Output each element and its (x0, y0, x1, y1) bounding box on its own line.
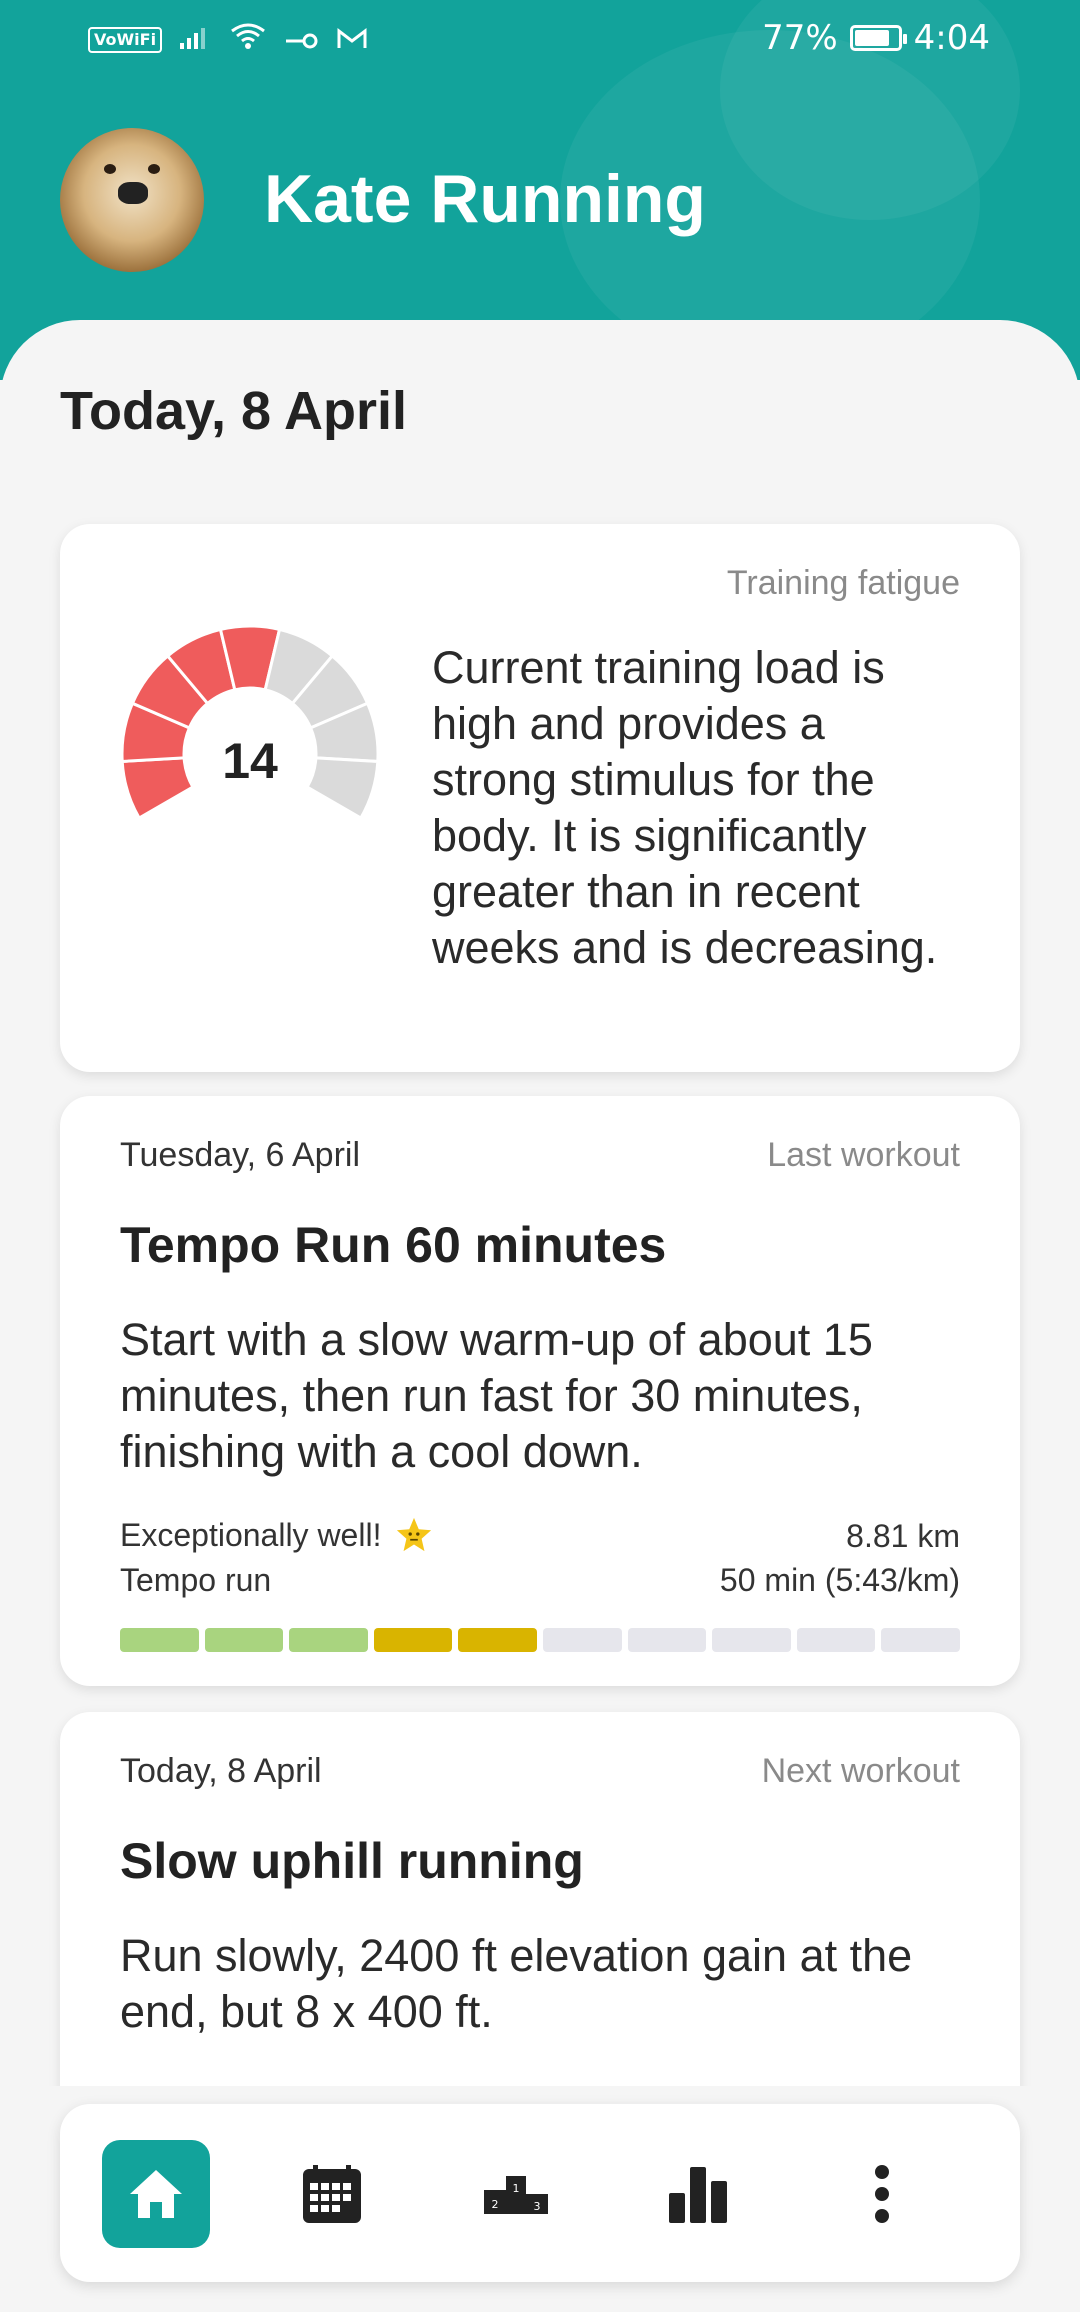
svg-text:2: 2 (492, 2198, 499, 2211)
intensity-segment (204, 1628, 284, 1652)
mail-icon (336, 20, 368, 60)
intensity-segment (712, 1628, 791, 1652)
nav-more[interactable] (828, 2140, 936, 2248)
podium-icon: 2 1 3 (484, 2176, 548, 2214)
page-title: Today, 8 April (60, 381, 408, 441)
card-hint: Training fatigue (726, 564, 960, 602)
workout-description: Start with a slow warm-up of about 15 mi… (120, 1314, 873, 1477)
workout-date: Today, 8 April (120, 1752, 322, 1790)
avatar[interactable] (60, 128, 204, 272)
intensity-segment (796, 1628, 876, 1652)
fatigue-description: Current training load is high and provid… (432, 642, 938, 973)
next-workout-card[interactable]: Today, 8 April Next workout Slow uphill … (60, 1712, 1020, 2112)
svg-text:3: 3 (534, 2200, 541, 2213)
training-fatigue-card[interactable]: Training fatigue 14 Current training loa… (60, 524, 1020, 1072)
nav-ranking[interactable]: 2 1 3 (462, 2140, 570, 2248)
workout-type: Tempo run (120, 1562, 272, 1598)
intensity-segment (289, 1628, 368, 1652)
wifi-icon (228, 20, 268, 60)
workout-title: Tempo Run 60 minutes (120, 1217, 667, 1273)
intensity-segment (458, 1628, 537, 1652)
user-name: Kate Running (264, 161, 706, 237)
bar-chart-icon (669, 2167, 727, 2223)
battery-percent: 77% (762, 18, 838, 58)
nav-home[interactable] (102, 2140, 210, 2248)
workout-date: Tuesday, 6 April (120, 1136, 361, 1174)
intensity-segment (120, 1628, 199, 1652)
bottom-nav: 2 1 3 (60, 2104, 1020, 2282)
intensity-segment (542, 1628, 622, 1652)
star-icon (397, 1517, 432, 1552)
workout-distance: 8.81 km (846, 1518, 960, 1554)
battery-icon (849, 25, 907, 51)
fatigue-value: 14 (222, 733, 278, 789)
rating-row: Exceptionally well! (120, 1516, 433, 1554)
intensity-segment (373, 1628, 453, 1652)
workout-title: Slow uphill running (120, 1833, 584, 1889)
nav-calendar[interactable] (278, 2140, 386, 2248)
card-hint: Last workout (767, 1136, 960, 1174)
intensity-bar (120, 1628, 960, 1652)
intensity-segment (627, 1628, 707, 1652)
workout-duration: 50 min (5:43/km) (719, 1562, 960, 1598)
rating-text: Exceptionally well! (120, 1516, 382, 1553)
workout-description: Run slowly, 2400 ft elevation gain at th… (120, 1930, 913, 2037)
status-bar: VoWiFi 77% 4:04 (0, 0, 1080, 80)
svg-text:1: 1 (513, 2182, 520, 2195)
calendar-icon (303, 2165, 361, 2223)
more-icon (875, 2165, 889, 2223)
nav-statistics[interactable] (644, 2140, 752, 2248)
card-hint: Next workout (761, 1752, 960, 1790)
home-icon (130, 2170, 182, 2218)
signal-icon (178, 23, 212, 58)
vowifi-icon: VoWiFi (88, 27, 163, 53)
clock: 4:04 (913, 18, 990, 58)
intensity-segment (881, 1628, 960, 1652)
last-workout-card[interactable]: Tuesday, 6 April Last workout Tempo Run … (60, 1096, 1020, 1686)
key-icon (284, 20, 320, 60)
